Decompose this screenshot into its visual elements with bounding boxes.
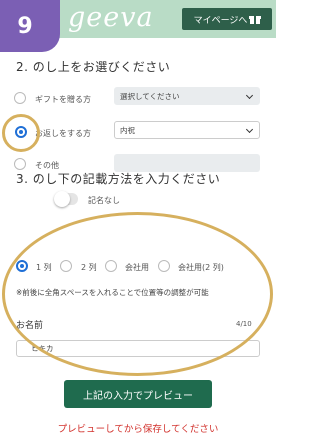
radio-other[interactable] xyxy=(14,158,26,170)
radio-label-gift-giver: ギフトを贈る方 xyxy=(35,95,91,104)
radio-gift-giver[interactable] xyxy=(14,92,26,104)
chevron-down-icon xyxy=(245,125,254,134)
toggle-label: 記名なし xyxy=(88,196,120,205)
select-value: 内祝 xyxy=(120,125,135,135)
section-title-noshi-upper: 2. のし上をお選びください xyxy=(16,60,171,74)
chevron-down-icon xyxy=(245,91,254,100)
section-title-noshi-lower: 3. のし下の記載方法を入力ください xyxy=(16,172,221,186)
select-return-gift[interactable]: 内祝 xyxy=(114,121,260,139)
annotation-circle xyxy=(2,114,40,152)
select-value: 選択してください xyxy=(120,91,180,101)
step-badge: 9 xyxy=(0,0,60,52)
logo[interactable]: geeva xyxy=(68,2,154,33)
no-name-toggle[interactable] xyxy=(54,191,78,207)
annotation-ellipse xyxy=(2,212,273,376)
select-gift-giver[interactable]: 選択してください xyxy=(114,87,260,105)
gift-icon xyxy=(249,15,262,24)
radio-label-return-gift: お返しをする方 xyxy=(35,129,91,138)
save-warning: プレビューしてから保存してください xyxy=(57,424,219,435)
mypage-label: マイページへ xyxy=(193,15,248,26)
preview-button[interactable]: 上記の入力でプレビュー xyxy=(64,380,212,408)
mypage-button[interactable]: マイページへ xyxy=(182,8,272,30)
